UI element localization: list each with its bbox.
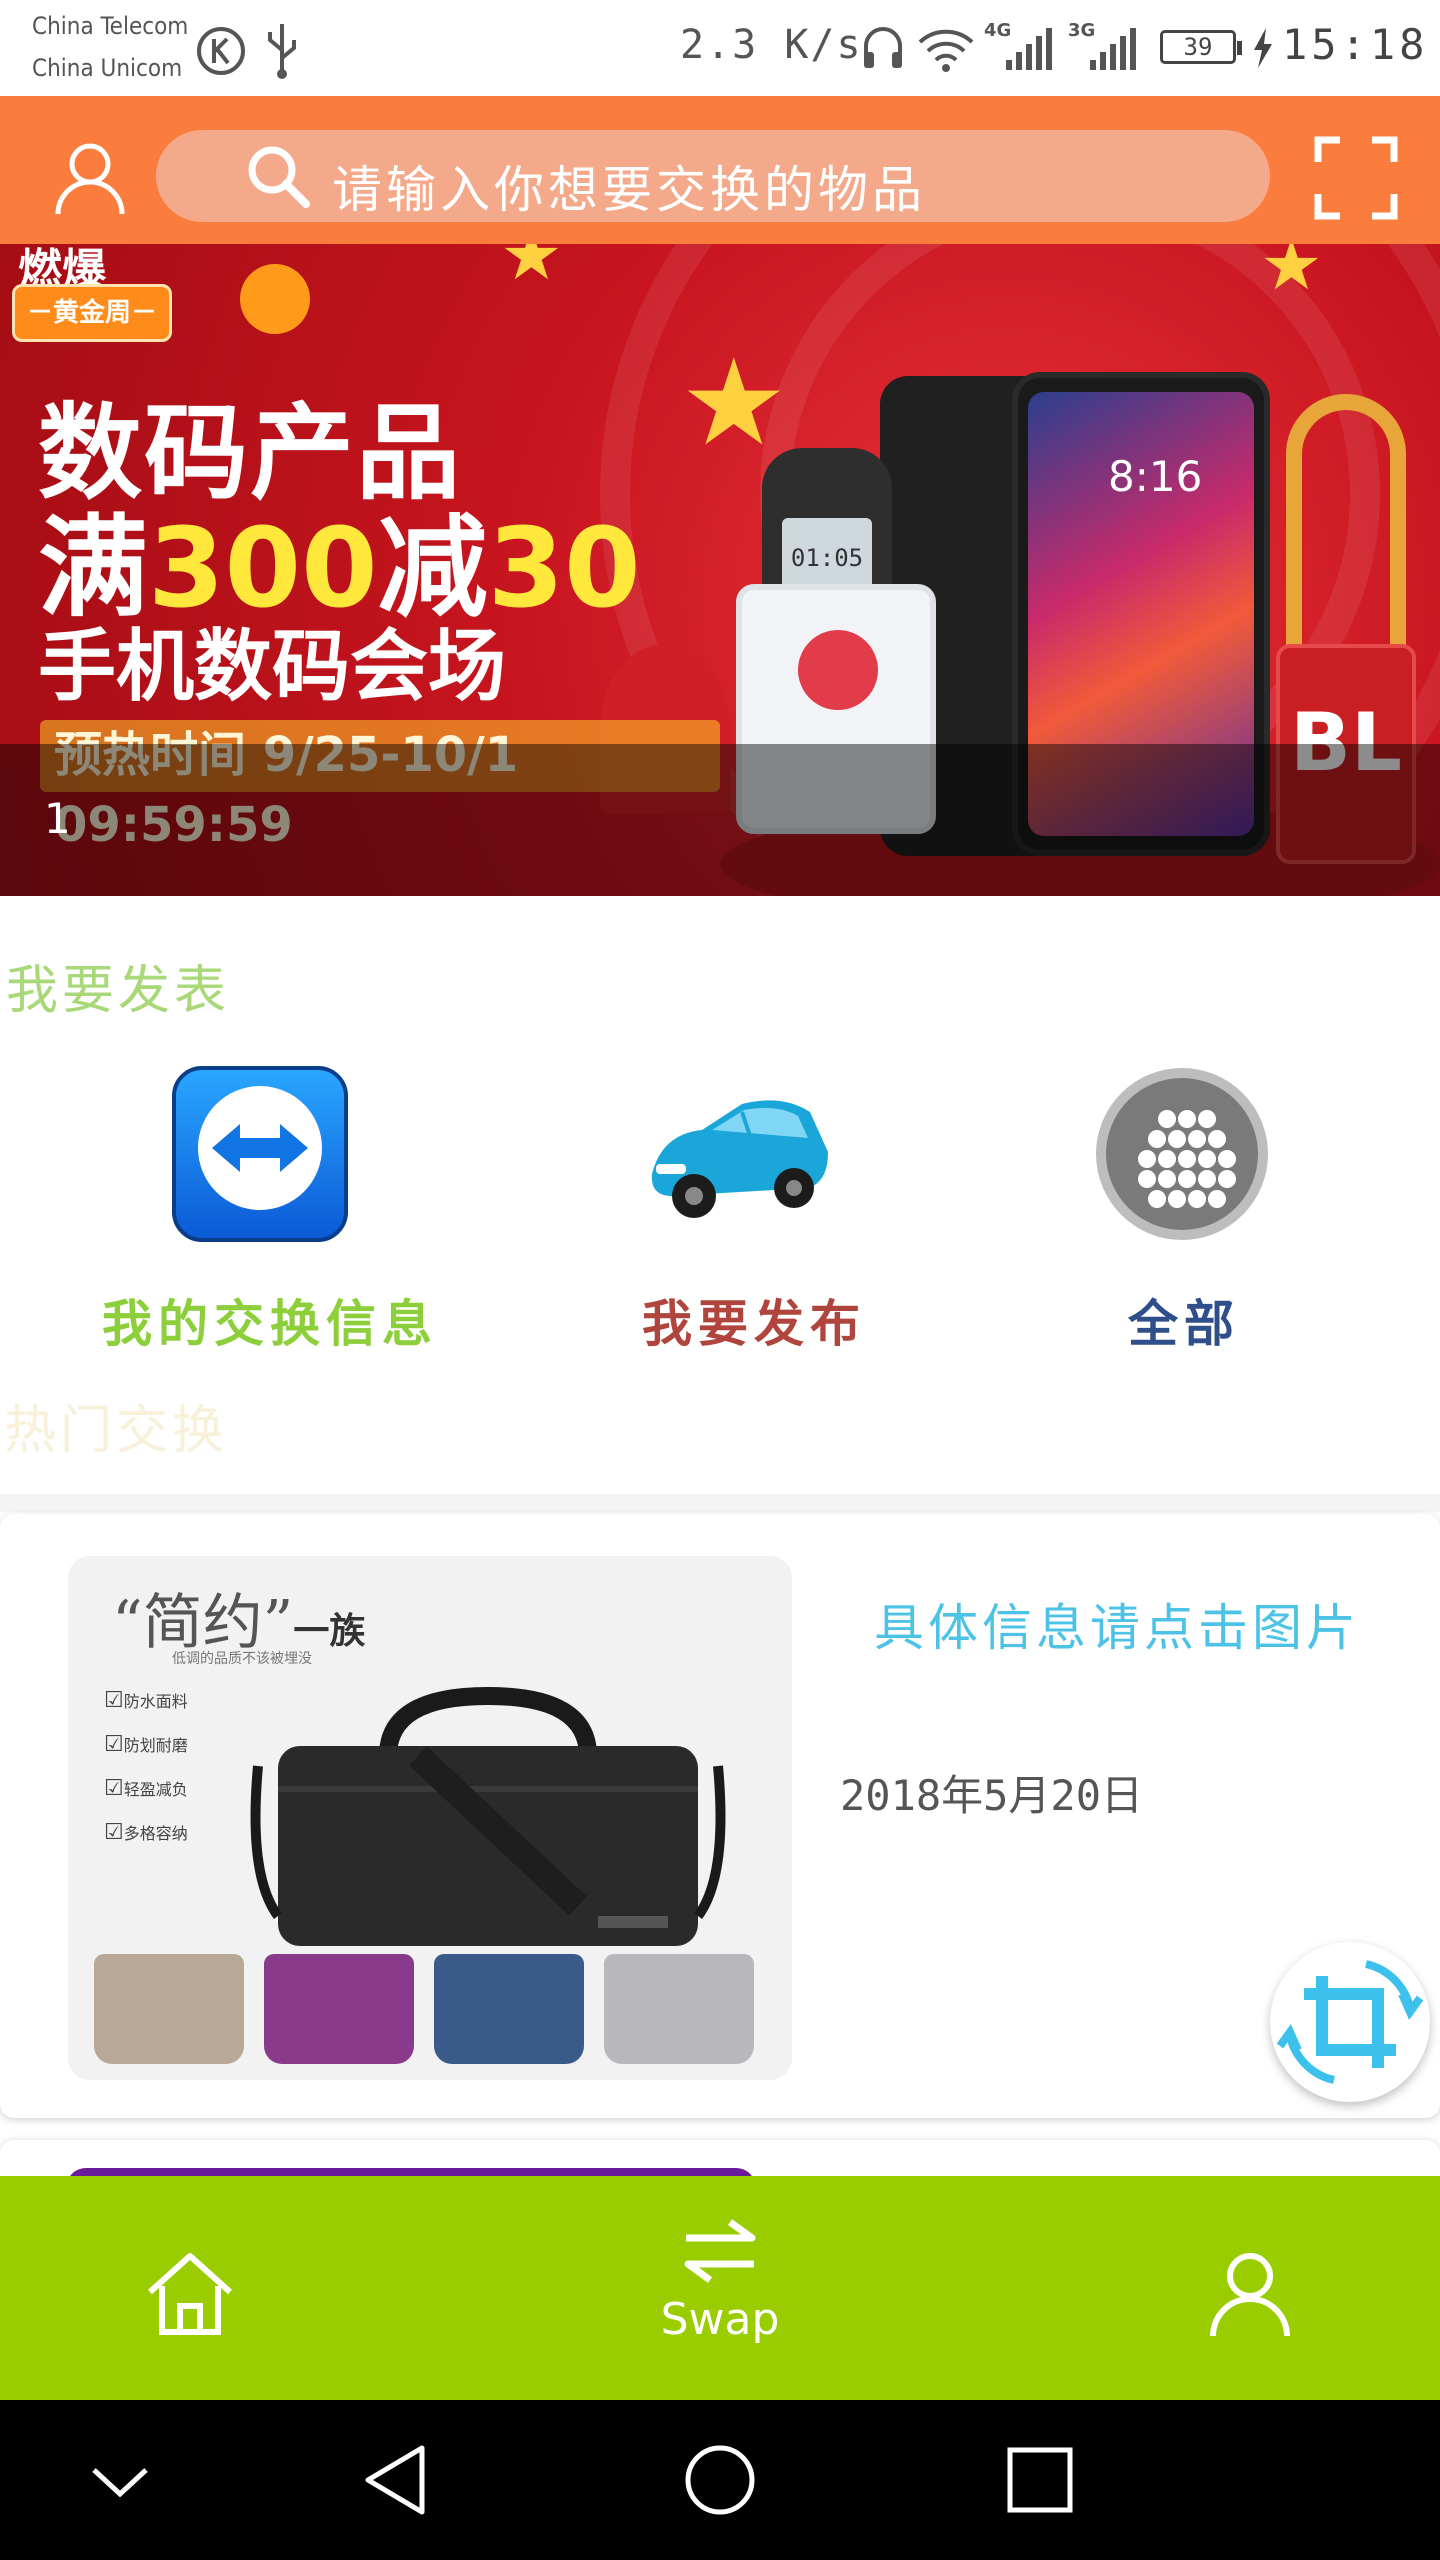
nav-profile[interactable]: [1170, 2176, 1330, 2400]
nav-swap-label: Swap: [660, 2294, 780, 2345]
action-label: 我要发布: [642, 1294, 866, 1353]
usb-icon: [268, 24, 296, 79]
signal-icon-2: [1090, 28, 1136, 70]
nav-home[interactable]: [110, 2176, 270, 2400]
card-date: 2018年5月20日: [840, 1771, 1144, 1820]
color-variant: [604, 1954, 754, 2064]
card-image-feature: 多格容纳: [104, 1820, 188, 1845]
star-icon: ★: [500, 244, 563, 296]
divider: [0, 1494, 1440, 1512]
phone-time: 8:16: [1108, 452, 1203, 501]
back-icon[interactable]: [358, 2440, 438, 2520]
system-nav-bar: [0, 2400, 1440, 2560]
headset-icon: [864, 27, 902, 68]
banner-orb: [240, 264, 310, 334]
card-image[interactable]: “简约”一族 低调的品质不该被埋没 防水面料 防划耐磨 轻盈减负 多格容纳: [68, 1556, 792, 2080]
net-speed: 2.3 K/s: [680, 22, 863, 68]
exchange-arrows-icon: [172, 1066, 348, 1242]
star-icon: ★: [1260, 244, 1323, 306]
charging-icon: [1254, 28, 1272, 68]
color-variant: [94, 1954, 244, 2064]
card-title[interactable]: 具体信息请点击图片: [874, 1588, 1360, 1660]
banner-tag: －黄金周－: [12, 284, 172, 342]
exchange-card[interactable]: “简约”一族 低调的品质不该被埋没 防水面料 防划耐磨 轻盈减负 多格容纳 具体…: [0, 1514, 1440, 2118]
car-icon: [651, 1100, 828, 1218]
home-icon: [147, 2253, 233, 2335]
person-icon: [1210, 2253, 1290, 2337]
color-variant: [434, 1954, 584, 2064]
bottom-nav: Swap: [0, 2176, 1440, 2400]
banner-subtitle: 手机数码会场: [38, 622, 507, 712]
swap-icon: [684, 2219, 756, 2283]
card-image-feature: 防水面料: [104, 1688, 188, 1713]
star-icon: ★: [680, 334, 788, 473]
card-image-feature: 防划耐磨: [104, 1732, 188, 1757]
tablet-app-icon: [798, 630, 878, 710]
card-image-title-small: 一族: [293, 1611, 366, 1652]
crop-rotate-icon: [1276, 1960, 1424, 2084]
card-image-subtitle: 低调的品质不该被埋没: [172, 1651, 312, 1667]
promo-banner[interactable]: ★ ★ ★ 燃爆 －黄金周－ 数码产品 满300减30 手机数码会场 BL 8:…: [0, 244, 1440, 896]
carrier-2: China Unicom: [32, 54, 183, 82]
color-variant: [264, 1954, 414, 2064]
swap-fab[interactable]: [1270, 1942, 1430, 2102]
clock: 15:18: [1282, 20, 1429, 69]
app-header: 请输入你想要交换的物品: [0, 96, 1440, 244]
search-placeholder: 请输入你想要交换的物品: [332, 161, 926, 219]
search-icon: [248, 146, 310, 208]
action-label: 我的交换信息: [102, 1294, 438, 1353]
nav-swap[interactable]: Swap: [640, 2176, 800, 2400]
search-input[interactable]: 请输入你想要交换的物品: [156, 130, 1270, 222]
section-title-publish: 我要发表: [6, 961, 231, 1021]
battery-indicator: 39: [1160, 30, 1242, 64]
laptop-bag-image: [250, 1686, 726, 1946]
action-label: 全部: [1128, 1294, 1240, 1353]
carrier-1: China Telecom: [32, 12, 189, 40]
card-image-feature: 轻盈减负: [104, 1776, 188, 1801]
wifi-icon: [918, 29, 974, 72]
scan-icon[interactable]: [1314, 136, 1398, 220]
banner-caption-overlay: [0, 744, 1440, 896]
user-icon[interactable]: [50, 136, 130, 216]
status-bar: China Telecom China Unicom 2.3 K/s 4G 3G…: [0, 0, 1440, 96]
recents-icon[interactable]: [1000, 2440, 1080, 2520]
banner-discount-off: 30: [487, 504, 641, 632]
signal-icon-1: [1006, 28, 1052, 70]
k-icon: [197, 27, 245, 75]
banner-index: 1: [44, 794, 71, 843]
home-circle-icon[interactable]: [680, 2440, 760, 2520]
grid-circle-icon: [1096, 1068, 1268, 1240]
section-title-hot: 热门交换: [4, 1401, 229, 1461]
chevron-down-icon[interactable]: [80, 2440, 160, 2520]
